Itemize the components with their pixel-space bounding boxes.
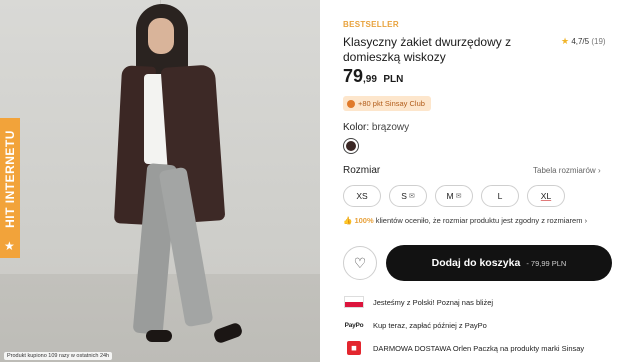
paypo-logo-text: PayPo [344,321,364,329]
envelope-icon: ✉ [408,193,415,200]
size-xl-label: XL [540,191,552,201]
info-free-delivery[interactable]: ◼ DARMOWA DOSTAWA Orlen Paczką na produk… [343,341,613,355]
model-face [148,18,174,54]
size-label: Rozmiar [343,165,381,176]
club-icon [347,99,355,108]
hit-internetu-badge: HIT INTERNETU ★ [0,118,20,258]
info-text-delivery: DARMOWA DOSTAWA Orlen Paczką na produkty… [373,343,585,353]
chevron-right-icon: › [584,216,588,225]
size-m-label: M [446,191,454,201]
price-currency: PLN [383,74,404,85]
color-swatch-brown[interactable] [343,138,359,154]
poland-flag-icon [343,295,365,309]
chevron-right-icon: › [597,166,601,175]
size-option-xs[interactable]: XS [343,185,381,207]
color-value: brązowy [371,122,410,133]
fit-percent: 100% [354,216,374,225]
info-text-paypo: Kup teraz, zapłać później z PayPo [373,320,487,330]
add-to-cart-price: - 79,99 PLN [526,258,567,268]
product-image[interactable]: HIT INTERNETU ★ Produkt kupiono 109 razy… [0,0,320,362]
add-to-cart-label: Dodaj do koszyka [431,257,521,269]
size-option-s[interactable]: S ✉ [389,185,427,207]
star-icon: ★ [561,36,570,46]
size-option-l[interactable]: L [481,185,519,207]
size-options: XS S ✉ M ✉ L XL [343,185,565,207]
orlen-icon: ◼ [343,341,365,355]
price: 79,99 PLN [343,66,403,87]
fit-info[interactable]: 👍 100% klientów oceniło, że rozmiar prod… [343,216,587,225]
heart-icon: ♡ [353,254,367,271]
star-icon: ★ [4,239,15,253]
size-table-text: Tabela rozmiarów [533,166,596,175]
model-shoe-left [146,330,172,342]
purchase-count-caption: Produkt kupiono 109 razy w ostatnich 24h [4,352,113,360]
size-option-xl[interactable]: XL [527,185,565,207]
size-xs-label: XS [356,191,368,201]
size-l-label: L [497,191,503,201]
price-decimal: ,99 [363,74,377,85]
info-made-in-poland[interactable]: Jesteśmy z Polski! Poznaj nas bliżej [343,295,613,309]
info-paypo[interactable]: PayPo Kup teraz, zapłać później z PayPo [343,318,613,332]
sinsay-club-points: +80 pkt Sinsay Club [343,96,431,111]
rating-value: 4,7/5 [571,37,590,46]
size-table-link[interactable]: Tabela rozmiarów › [533,166,601,175]
color-label-text: Kolor: [343,122,370,133]
paypo-logo: PayPo [343,318,365,332]
product-details: BESTSELLER Klasyczny żakiet dwurzędowy z… [343,0,613,362]
info-text-poland: Jesteśmy z Polski! Poznaj nas bliżej [373,297,494,307]
fit-text: klientów oceniło, że rozmiar produktu je… [375,216,583,225]
add-to-cart-button[interactable]: Dodaj do koszyka - 79,99 PLN [386,245,612,281]
add-to-wishlist-button[interactable]: ♡ [343,246,377,280]
bestseller-label: BESTSELLER [343,20,399,29]
rating[interactable]: ★ 4,7/5 (19) [561,36,606,47]
size-s-label: S [401,191,407,201]
envelope-icon: ✉ [455,193,462,200]
rating-count: (19) [591,37,606,46]
color-label: Kolor: brązowy [343,122,409,133]
club-points-text: +80 pkt Sinsay Club [358,99,425,108]
swatch-fill [346,141,356,151]
price-integer: 79 [343,66,364,86]
thumbs-up-icon: 👍 [343,216,353,225]
product-title: Klasyczny żakiet dwurzędowy z domieszką … [343,35,512,64]
size-option-m[interactable]: M ✉ [435,185,473,207]
hit-badge-text: HIT INTERNETU [3,130,17,228]
